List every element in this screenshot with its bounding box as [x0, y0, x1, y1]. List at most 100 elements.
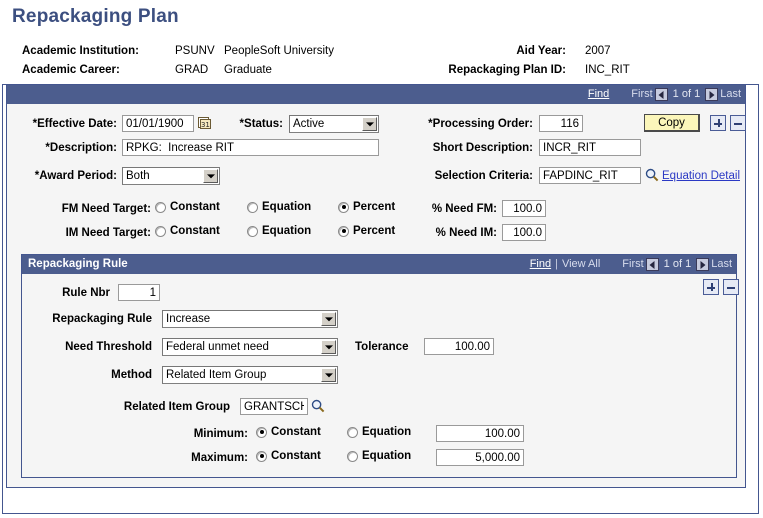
- minimum-equation-label: Equation: [362, 426, 412, 438]
- im-need-target-label: IM Need Target:: [65, 227, 151, 239]
- award-period-dropdown[interactable]: Both: [122, 167, 220, 185]
- rule-nbr-label: Rule Nbr: [62, 287, 110, 299]
- processing-order-label: *Processing Order:: [428, 118, 533, 130]
- aid-year-label: Aid Year:: [516, 45, 566, 57]
- fm-need-target-label: FM Need Target:: [61, 203, 151, 215]
- rule-prev-arrow-icon[interactable]: [645, 258, 659, 271]
- status-label: *Status:: [239, 118, 283, 130]
- award-period-value: Both: [126, 170, 150, 182]
- academic-institution-label: Academic Institution:: [22, 45, 139, 57]
- im-target-equation-radio[interactable]: Equation: [247, 225, 311, 237]
- plan-prev-arrow-icon[interactable]: [654, 88, 668, 101]
- effective-date-input[interactable]: [122, 115, 194, 132]
- chevron-down-icon[interactable]: [203, 169, 218, 183]
- repackaging-rule-group-title: Repackaging Rule: [28, 258, 128, 270]
- maximum-constant-label: Constant: [271, 450, 321, 462]
- rule-nbr-input[interactable]: [118, 284, 160, 301]
- radio-indicator: [338, 201, 349, 213]
- im-target-percent-label: Percent: [353, 225, 396, 237]
- radio-indicator: [338, 225, 349, 237]
- plan-panel: Find First 1 of 1 Last *Effective Date: …: [6, 84, 746, 488]
- chevron-down-icon[interactable]: [321, 312, 336, 326]
- rule-scroll-controls: Find | View All First 1 of 1 Last: [530, 255, 732, 274]
- academic-career-label: Academic Career:: [22, 64, 120, 76]
- rule-row-counter: 1 of 1: [663, 258, 692, 270]
- short-description-label: Short Description:: [432, 142, 533, 154]
- description-label: *Description:: [45, 142, 117, 154]
- aid-year-value: 2007: [585, 45, 611, 57]
- academic-institution-code: PSUNV: [175, 45, 215, 57]
- delete-rule-row-button[interactable]: [723, 279, 739, 295]
- processing-order-input[interactable]: [539, 115, 583, 132]
- status-value: Active: [293, 118, 325, 130]
- im-target-constant-label: Constant: [170, 225, 220, 237]
- rule-find-link[interactable]: Find: [530, 255, 551, 274]
- related-item-group-lookup-icon[interactable]: [311, 399, 325, 413]
- tolerance-input[interactable]: [424, 338, 494, 355]
- rule-view-all-link[interactable]: View All: [562, 255, 600, 274]
- equation-detail-link[interactable]: Equation Detail: [662, 170, 740, 182]
- add-plan-row-button[interactable]: [710, 115, 726, 131]
- repackaging-rule-dropdown[interactable]: Increase: [162, 310, 338, 328]
- minimum-constant-label: Constant: [271, 426, 321, 438]
- rule-first-link[interactable]: First: [622, 255, 643, 274]
- im-target-equation-label: Equation: [262, 225, 312, 237]
- radio-indicator: [347, 450, 358, 462]
- rule-next-arrow-icon[interactable]: [696, 258, 710, 271]
- repackaging-rule-group: Repackaging Rule Find | View All First 1…: [21, 254, 739, 478]
- chevron-down-icon[interactable]: [321, 340, 336, 354]
- tolerance-label: Tolerance: [355, 341, 409, 353]
- plan-next-arrow-icon[interactable]: [705, 88, 719, 101]
- delete-plan-row-button[interactable]: [730, 115, 746, 131]
- repackaging-plan-page: Repackaging Plan Academic Institution: P…: [0, 0, 763, 518]
- pct-need-im-input[interactable]: [502, 224, 546, 241]
- plan-find-link[interactable]: Find: [588, 85, 609, 104]
- pct-need-fm-input[interactable]: [502, 200, 546, 217]
- repackaging-rule-body: Rule Nbr Repackaging Rule Increase Need …: [22, 274, 739, 477]
- selection-criteria-label: Selection Criteria:: [434, 170, 533, 182]
- maximum-value-input[interactable]: [436, 449, 524, 466]
- minimum-equation-radio[interactable]: Equation: [347, 426, 411, 438]
- short-description-input[interactable]: [539, 139, 641, 156]
- pct-need-fm-label: % Need FM:: [431, 203, 497, 215]
- plan-scroll-controls: Find First 1 of 1 Last: [588, 85, 741, 104]
- plan-row-counter: 1 of 1: [672, 88, 701, 100]
- plan-last-link[interactable]: Last: [720, 85, 741, 104]
- minimum-value-input[interactable]: [436, 425, 524, 442]
- related-item-group-label: Related Item Group: [123, 401, 230, 413]
- method-value: Related Item Group: [166, 369, 267, 381]
- radio-indicator: [247, 225, 258, 237]
- maximum-equation-radio[interactable]: Equation: [347, 450, 411, 462]
- copy-button[interactable]: Copy: [644, 114, 700, 132]
- lookup-search-icon[interactable]: [645, 168, 659, 182]
- fm-target-percent-radio[interactable]: Percent: [338, 201, 395, 213]
- academic-institution-descr: PeopleSoft University: [224, 45, 334, 57]
- method-dropdown[interactable]: Related Item Group: [162, 366, 338, 384]
- plan-scroll-navbar: Find First 1 of 1 Last: [7, 85, 745, 104]
- rule-last-link[interactable]: Last: [711, 255, 732, 274]
- fm-target-equation-radio[interactable]: Equation: [247, 201, 311, 213]
- radio-indicator: [155, 201, 166, 213]
- award-period-label: *Award Period:: [34, 170, 117, 182]
- radio-indicator: [256, 426, 267, 438]
- need-threshold-value: Federal unmet need: [166, 341, 269, 353]
- need-threshold-dropdown[interactable]: Federal unmet need: [162, 338, 338, 356]
- plan-first-link[interactable]: First: [631, 85, 652, 104]
- selection-criteria-input[interactable]: [539, 167, 641, 184]
- pct-need-im-label: % Need IM:: [435, 227, 497, 239]
- method-label: Method: [111, 369, 152, 381]
- maximum-equation-label: Equation: [362, 450, 412, 462]
- related-item-group-input[interactable]: [240, 398, 308, 415]
- page-title: Repackaging Plan: [12, 6, 179, 27]
- minimum-constant-radio[interactable]: Constant: [256, 426, 321, 438]
- maximum-constant-radio[interactable]: Constant: [256, 450, 321, 462]
- description-input[interactable]: [122, 139, 379, 156]
- chevron-down-icon[interactable]: [362, 117, 377, 131]
- repackaging-rule-value: Increase: [166, 313, 211, 325]
- im-target-constant-radio[interactable]: Constant: [155, 225, 220, 237]
- status-dropdown[interactable]: Active: [289, 115, 379, 133]
- fm-target-constant-radio[interactable]: Constant: [155, 201, 220, 213]
- chevron-down-icon[interactable]: [321, 368, 336, 382]
- add-rule-row-button[interactable]: [703, 279, 719, 295]
- im-target-percent-radio[interactable]: Percent: [338, 225, 395, 237]
